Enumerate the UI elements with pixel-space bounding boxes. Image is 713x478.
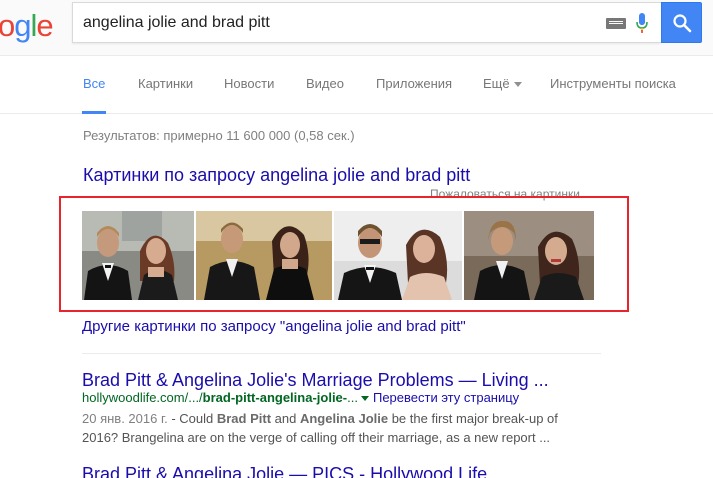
image-thumbnail[interactable] <box>82 211 194 300</box>
translate-page-link[interactable]: Перевести эту страницу <box>373 390 519 405</box>
google-logo[interactable]: ogle <box>0 8 54 44</box>
result-url: hollywoodlife.com/.../brad-pitt-angelina… <box>82 390 519 405</box>
snippet-text: and <box>271 411 300 426</box>
tab-video[interactable]: Видео <box>306 76 344 91</box>
active-tab-indicator <box>82 111 106 114</box>
tab-images[interactable]: Картинки <box>138 76 193 91</box>
search-button[interactable] <box>661 2 702 43</box>
result-stats: Результатов: примерно 11 600 000 (0,58 с… <box>83 128 355 143</box>
chevron-down-icon[interactable] <box>360 396 369 402</box>
snippet-bold: Brad Pitt <box>216 411 272 426</box>
tab-more-label: Ещё <box>483 76 510 91</box>
keyboard-icon[interactable] <box>606 18 626 29</box>
divider <box>82 353 601 354</box>
result-url-prefix: hollywoodlife.com/.../ <box>82 390 203 405</box>
search-box <box>72 2 661 43</box>
image-thumbnail[interactable] <box>196 211 332 300</box>
snippet-bold: Angelina Jolie <box>299 411 389 426</box>
search-tabs: Все Картинки Новости Видео Приложения Ещ… <box>0 56 713 114</box>
chevron-down-icon <box>513 82 522 88</box>
search-icon <box>673 14 692 33</box>
result-title[interactable]: Brad Pitt & Angelina Jolie's Marriage Pr… <box>82 370 549 391</box>
snippet-text: - Could <box>167 411 217 426</box>
image-results-title[interactable]: Картинки по запросу angelina jolie and b… <box>83 165 470 186</box>
tab-all[interactable]: Все <box>83 76 105 91</box>
image-thumbnail[interactable] <box>464 211 594 300</box>
logo-letter: e <box>36 8 53 43</box>
tab-news[interactable]: Новости <box>224 76 274 91</box>
result-date: 20 янв. 2016 г. <box>82 411 168 426</box>
result-title[interactable]: Brad Pitt & Angelina Jolie — PICS - Holl… <box>82 464 487 478</box>
microphone-icon[interactable] <box>635 11 649 35</box>
logo-letter: o <box>0 8 15 43</box>
image-thumbnail[interactable] <box>334 211 462 300</box>
result-url-bold: brad-pitt-angelina-jolie- <box>202 390 348 405</box>
logo-letter: g <box>14 8 31 43</box>
search-input[interactable] <box>83 3 583 42</box>
result-snippet: 20 янв. 2016 г. - Could Brad Pitt and An… <box>82 409 572 447</box>
result-url-suffix: ... <box>347 390 358 405</box>
tab-apps[interactable]: Приложения <box>376 76 452 91</box>
tab-search-tools[interactable]: Инструменты поиска <box>550 76 676 91</box>
more-images-link[interactable]: Другие картинки по запросу "angelina jol… <box>82 318 466 335</box>
header: ogle <box>0 0 713 56</box>
tab-more[interactable]: Ещё <box>483 76 522 91</box>
